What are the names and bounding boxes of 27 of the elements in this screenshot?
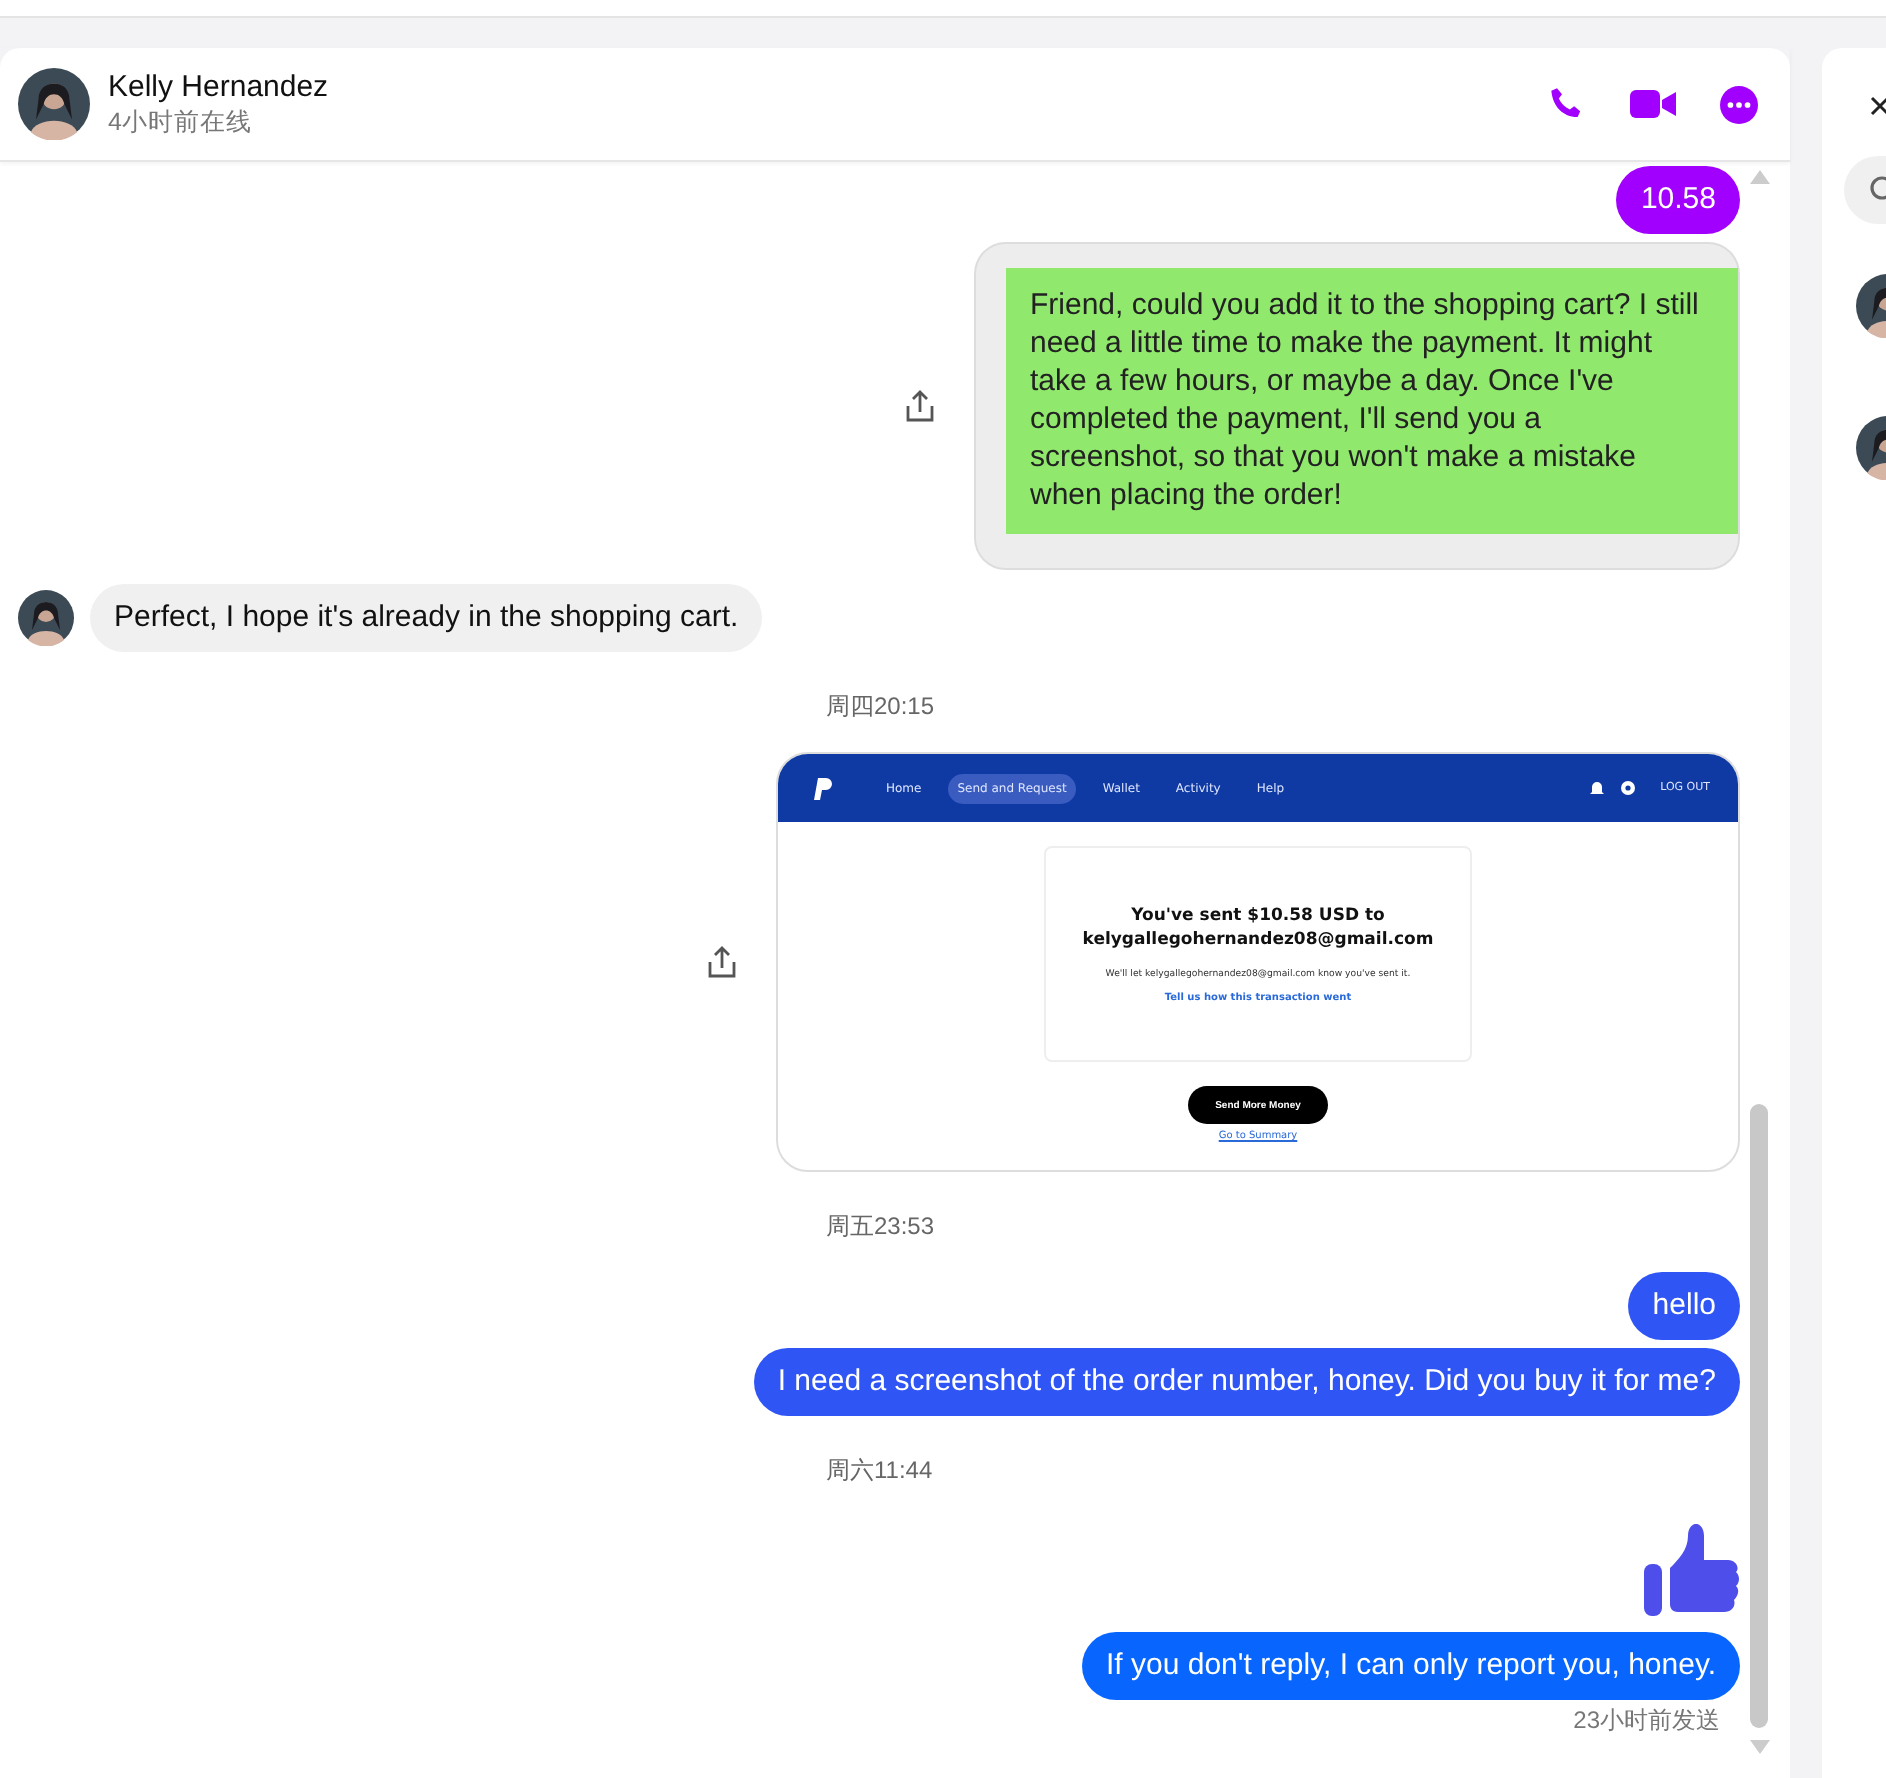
timestamp: 周六11:44 [824,1454,935,1488]
contact-name: Kelly Hernandez [108,69,331,103]
share-icon[interactable] [906,390,934,422]
search-field[interactable] [1844,156,1886,224]
message-bubble: I need a screenshot of the order number, honey. Did you buy it for me? [753,1348,1740,1416]
online-status: 4小时前在线 [108,105,254,139]
timestamp: 周五23:53 [824,1210,937,1244]
message-bubble: hello [1628,1272,1740,1340]
message-bubble: If you don't reply, I can only report you, honey. [1082,1632,1740,1700]
message-bubble: 10.58 [1616,166,1740,234]
logo-icon [814,777,832,799]
share-icon[interactable] [708,946,736,978]
delivery-status: 23小时前发送 [1573,1704,1720,1738]
message-bubble: Perfect, I hope it's already in the shopping cart. [90,584,763,652]
thumbs-up-icon [1644,1520,1740,1616]
close-icon[interactable] [1870,96,1886,116]
bell-icon[interactable] [1590,780,1605,796]
scrollbar-thumb[interactable] [1750,1104,1768,1728]
avatar [18,590,74,646]
settings-icon[interactable] [1620,780,1637,796]
screenshot-image[interactable] [776,752,1740,1172]
video-camera-icon[interactable] [1630,88,1676,120]
more-options-icon[interactable] [1720,85,1758,123]
timestamp: 周四20:15 [824,690,937,724]
payment-heading: You've sent $10.58 USD to kelygallegohernandez08@gmail.com [1082,904,1434,952]
message-text: Friend, could you add it to the shopping cart? I still need a little time to make the payment. It might take a few hours, or maybe a day. Once I've completed the payment, I'll send you a screenshot, so that you won't make a mistake when placing the order! [1006,268,1738,534]
avatar [18,68,90,140]
